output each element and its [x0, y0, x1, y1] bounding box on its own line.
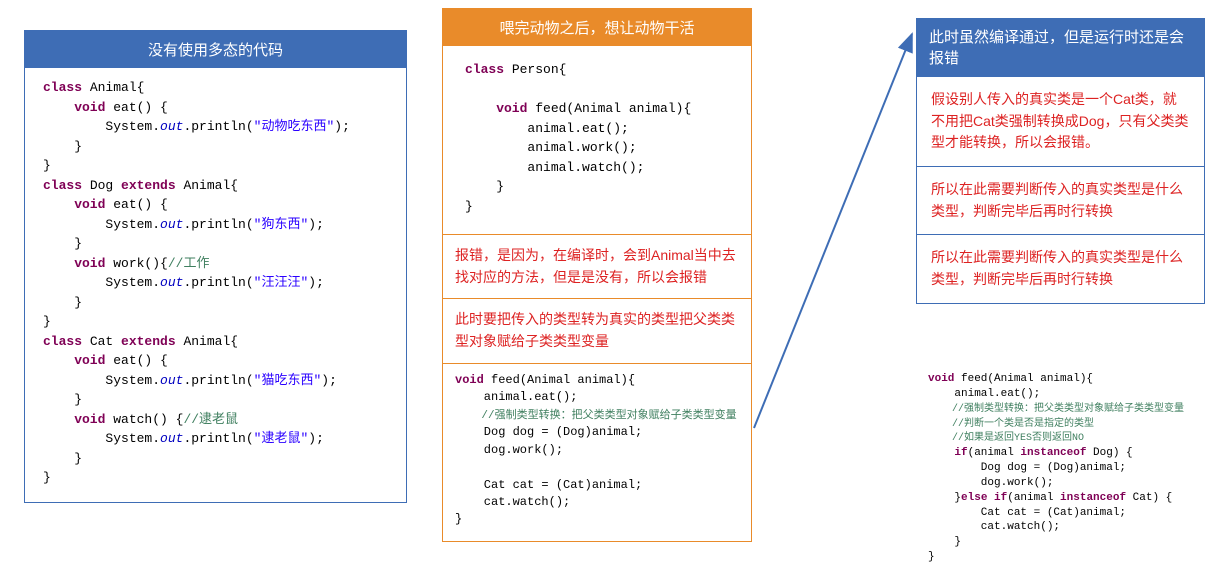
panel3-note2: 所以在此需要判断传入的真实类型是什么类型，判断完毕后再时行转换	[917, 167, 1204, 234]
panel-runtime-err: 此时虽然编译通过，但是运行时还是会报错 假设别人传入的真实类是一个Cat类，就不…	[916, 18, 1205, 304]
panel1-code: class Animal{ void eat() { System.out.pr…	[25, 68, 406, 502]
panel2-code2: void feed(Animal animal){ animal.eat(); …	[443, 364, 751, 541]
panel3-title: 此时虽然编译通过，但是运行时还是会报错	[917, 19, 1204, 77]
panel1-title: 没有使用多态的代码	[25, 31, 406, 68]
panel2-note1: 报错，是因为，在编译时，会到Animal当中去找对应的方法，但是是没有，所以会报…	[443, 235, 751, 298]
panel-feed: 喂完动物之后，想让动物干活 class Person{ void feed(An…	[442, 8, 752, 542]
panel2-note2: 此时要把传入的类型转为真实的类型把父类类型对象赋给子类类型变量	[443, 299, 751, 362]
panel-no-poly: 没有使用多态的代码 class Animal{ void eat() { Sys…	[24, 30, 407, 503]
panel3-code: void feed(Animal animal){ animal.eat(); …	[928, 372, 1228, 565]
panel2-title: 喂完动物之后，想让动物干活	[443, 9, 751, 46]
page-canvas: 没有使用多态的代码 class Animal{ void eat() { Sys…	[0, 0, 1230, 581]
panel3-note1: 假设别人传入的真实类是一个Cat类，就不用把Cat类强制转换成Dog，只有父类类…	[917, 77, 1204, 166]
panel2-code1: class Person{ void feed(Animal animal){ …	[443, 46, 751, 234]
panel3-note3: 所以在此需要判断传入的真实类型是什么类型，判断完毕后再时行转换	[917, 235, 1204, 302]
arrow	[750, 24, 920, 434]
